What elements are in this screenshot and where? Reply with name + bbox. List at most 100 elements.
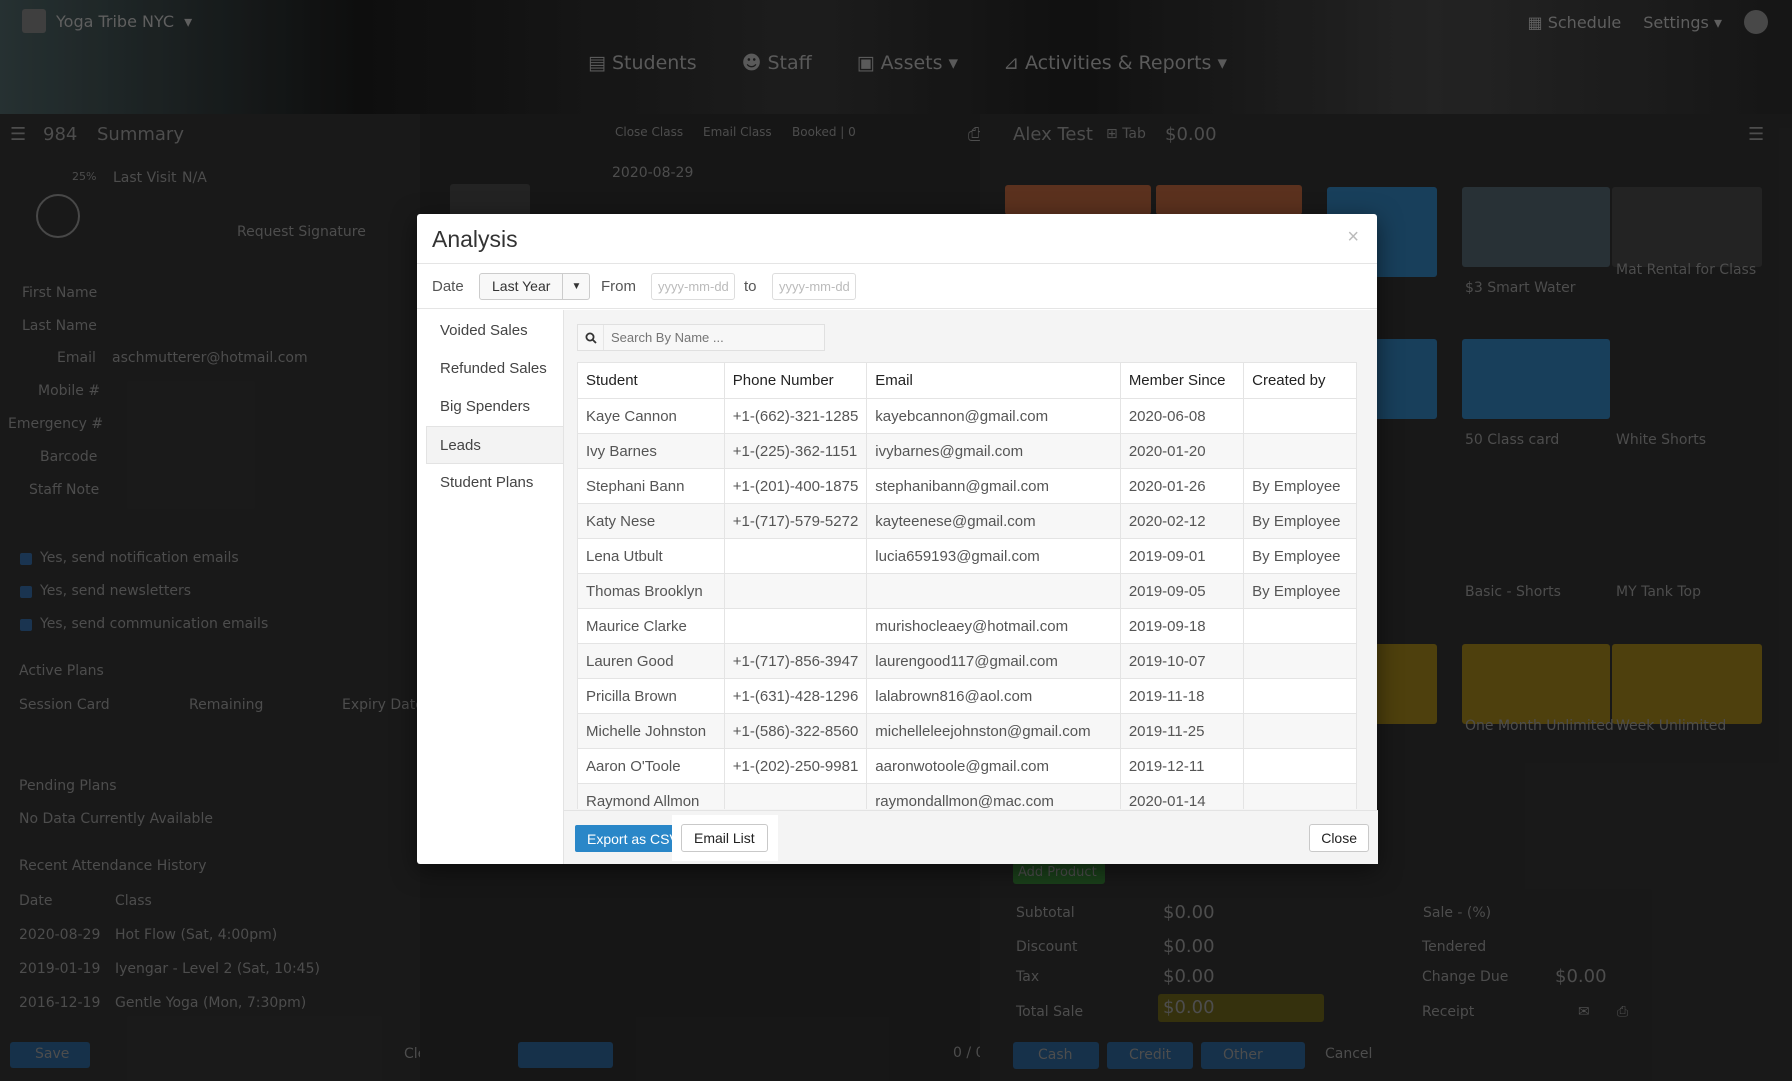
cell-email: lucia659193@gmail.com <box>866 538 1121 574</box>
cell-member-since: 2019-11-18 <box>1119 678 1245 714</box>
cell-created-by <box>1243 608 1357 644</box>
cell-student: Thomas Brooklyn <box>577 573 725 609</box>
table-row[interactable]: Thomas Brooklyn 2019-09-05 By Employee <box>577 573 1357 609</box>
side-item-student-plans[interactable]: Student Plans <box>417 464 563 502</box>
cell-created-by: By Employee <box>1243 573 1357 609</box>
cell-phone <box>723 573 868 609</box>
table-row[interactable]: Raymond Allmon raymondallmon@mac.com 2020-… <box>577 783 1357 809</box>
side-item-leads[interactable]: Leads <box>426 426 563 464</box>
cell-student: Kaye Cannon <box>577 398 725 434</box>
cell-phone: +1-(662)-321-1285 <box>723 398 868 434</box>
table-row[interactable]: Maurice Clarke murishocleaey@hotmail.com 2… <box>577 608 1357 644</box>
cell-created-by <box>1243 643 1357 679</box>
cell-email: ivybarnes@gmail.com <box>866 433 1121 469</box>
cell-email: laurengood117@gmail.com <box>866 643 1121 679</box>
cell-student: Aaron O'Toole <box>577 748 725 784</box>
email-list-button[interactable]: Email List <box>681 824 768 852</box>
cell-member-since: 2020-02-12 <box>1119 503 1245 539</box>
leads-table-wrapper[interactable]: Student Phone Number Email Member Since … <box>577 362 1357 809</box>
report-content: Student Phone Number Email Member Since … <box>563 310 1378 864</box>
side-item-voided-sales[interactable]: Voided Sales <box>417 312 563 350</box>
cell-member-since: 2019-11-25 <box>1119 713 1245 749</box>
cell-student: Ivy Barnes <box>577 433 725 469</box>
close-button[interactable]: Close <box>1309 824 1369 852</box>
date-range-select[interactable]: Last Year ▼ <box>479 273 591 300</box>
column-header-created-by[interactable]: Created by <box>1243 362 1357 399</box>
search-box <box>577 324 825 351</box>
column-header-phone[interactable]: Phone Number <box>723 362 868 399</box>
close-icon[interactable]: × <box>1347 226 1359 249</box>
cell-created-by: By Employee <box>1243 538 1357 574</box>
cell-phone <box>723 783 868 809</box>
cell-phone <box>723 538 868 574</box>
table-row[interactable]: Katy Nese +1-(717)-579-5272 kayteenese@gma… <box>577 503 1357 539</box>
date-filter-row: Date Last Year ▼ From yyyy-mm-dd to yyyy… <box>417 264 1377 309</box>
cell-created-by <box>1243 783 1357 809</box>
table-row[interactable]: Stephani Bann +1-(201)-400-1875 stephaniba… <box>577 468 1357 504</box>
report-side-nav: Voided Sales Refunded Sales Big Spenders… <box>417 310 563 864</box>
modal-title: Analysis <box>432 226 518 252</box>
table-header-row: Student Phone Number Email Member Since … <box>577 362 1357 399</box>
cell-member-since: 2019-09-18 <box>1119 608 1245 644</box>
cell-email: aaronwotoole@gmail.com <box>866 748 1121 784</box>
cell-phone: +1-(202)-250-9981 <box>723 748 868 784</box>
analysis-modal: Analysis × Date Last Year ▼ From yyyy-mm… <box>417 214 1378 864</box>
cell-email: stephanibann@gmail.com <box>866 468 1121 504</box>
cell-member-since: 2019-12-11 <box>1119 748 1245 784</box>
table-row[interactable]: Lauren Good +1-(717)-856-3947 laurengood11… <box>577 643 1357 679</box>
cell-member-since: 2019-09-05 <box>1119 573 1245 609</box>
column-header-email[interactable]: Email <box>866 362 1121 399</box>
table-row[interactable]: Michelle Johnston +1-(586)-322-8560 michel… <box>577 713 1357 749</box>
cell-student: Katy Nese <box>577 503 725 539</box>
cell-phone: +1-(201)-400-1875 <box>723 468 868 504</box>
cell-student: Raymond Allmon <box>577 783 725 809</box>
to-date-input[interactable]: yyyy-mm-dd <box>772 273 856 300</box>
cell-email: murishocleaey@hotmail.com <box>866 608 1121 644</box>
from-date-input[interactable]: yyyy-mm-dd <box>651 273 735 300</box>
modal-footer: Export as CSV Email List Close <box>564 810 1378 864</box>
search-input[interactable] <box>604 330 804 345</box>
date-range-value: Last Year <box>480 274 564 299</box>
caret-down-icon[interactable]: ▼ <box>563 274 589 299</box>
cell-phone: +1-(631)-428-1296 <box>723 678 868 714</box>
column-header-member-since[interactable]: Member Since <box>1119 362 1245 399</box>
table-row[interactable]: Kaye Cannon +1-(662)-321-1285 kayebcannon@… <box>577 398 1357 434</box>
cell-member-since: 2020-01-20 <box>1119 433 1245 469</box>
cell-created-by <box>1243 748 1357 784</box>
table-row[interactable]: Aaron O'Toole +1-(202)-250-9981 aaronwotoo… <box>577 748 1357 784</box>
cell-member-since: 2020-06-08 <box>1119 398 1245 434</box>
table-row[interactable]: Pricilla Brown +1-(631)-428-1296 lalabrown… <box>577 678 1357 714</box>
cell-email: raymondallmon@mac.com <box>866 783 1121 809</box>
side-item-big-spenders[interactable]: Big Spenders <box>417 388 563 426</box>
modal-header: Analysis × <box>417 214 1377 264</box>
cell-member-since: 2019-10-07 <box>1119 643 1245 679</box>
side-item-refunded-sales[interactable]: Refunded Sales <box>417 350 563 388</box>
cell-member-since: 2020-01-14 <box>1119 783 1245 809</box>
leads-table-body: Kaye Cannon +1-(662)-321-1285 kayebcannon@… <box>577 398 1357 809</box>
cell-phone: +1-(225)-362-1151 <box>723 433 868 469</box>
cell-student: Stephani Bann <box>577 468 725 504</box>
column-header-student[interactable]: Student <box>577 362 725 399</box>
table-row[interactable]: Lena Utbult lucia659193@gmail.com 2019-09-… <box>577 538 1357 574</box>
cell-created-by <box>1243 713 1357 749</box>
cell-student: Michelle Johnston <box>577 713 725 749</box>
leads-table: Student Phone Number Email Member Since … <box>577 362 1357 809</box>
cell-created-by: By Employee <box>1243 503 1357 539</box>
cell-student: Lauren Good <box>577 643 725 679</box>
cell-student: Lena Utbult <box>577 538 725 574</box>
cell-email: lalabrown816@aol.com <box>866 678 1121 714</box>
table-row[interactable]: Ivy Barnes +1-(225)-362-1151 ivybarnes@gma… <box>577 433 1357 469</box>
cell-email: kayteenese@gmail.com <box>866 503 1121 539</box>
cell-student: Maurice Clarke <box>577 608 725 644</box>
cell-phone: +1-(717)-579-5272 <box>723 503 868 539</box>
cell-member-since: 2020-01-26 <box>1119 468 1245 504</box>
cell-created-by <box>1243 678 1357 714</box>
cell-created-by <box>1243 398 1357 434</box>
to-label: to <box>744 278 757 295</box>
cell-email <box>866 573 1121 609</box>
cell-email: kayebcannon@gmail.com <box>866 398 1121 434</box>
search-icon <box>578 325 604 350</box>
date-label: Date <box>432 278 464 295</box>
cell-student: Pricilla Brown <box>577 678 725 714</box>
cell-member-since: 2019-09-01 <box>1119 538 1245 574</box>
